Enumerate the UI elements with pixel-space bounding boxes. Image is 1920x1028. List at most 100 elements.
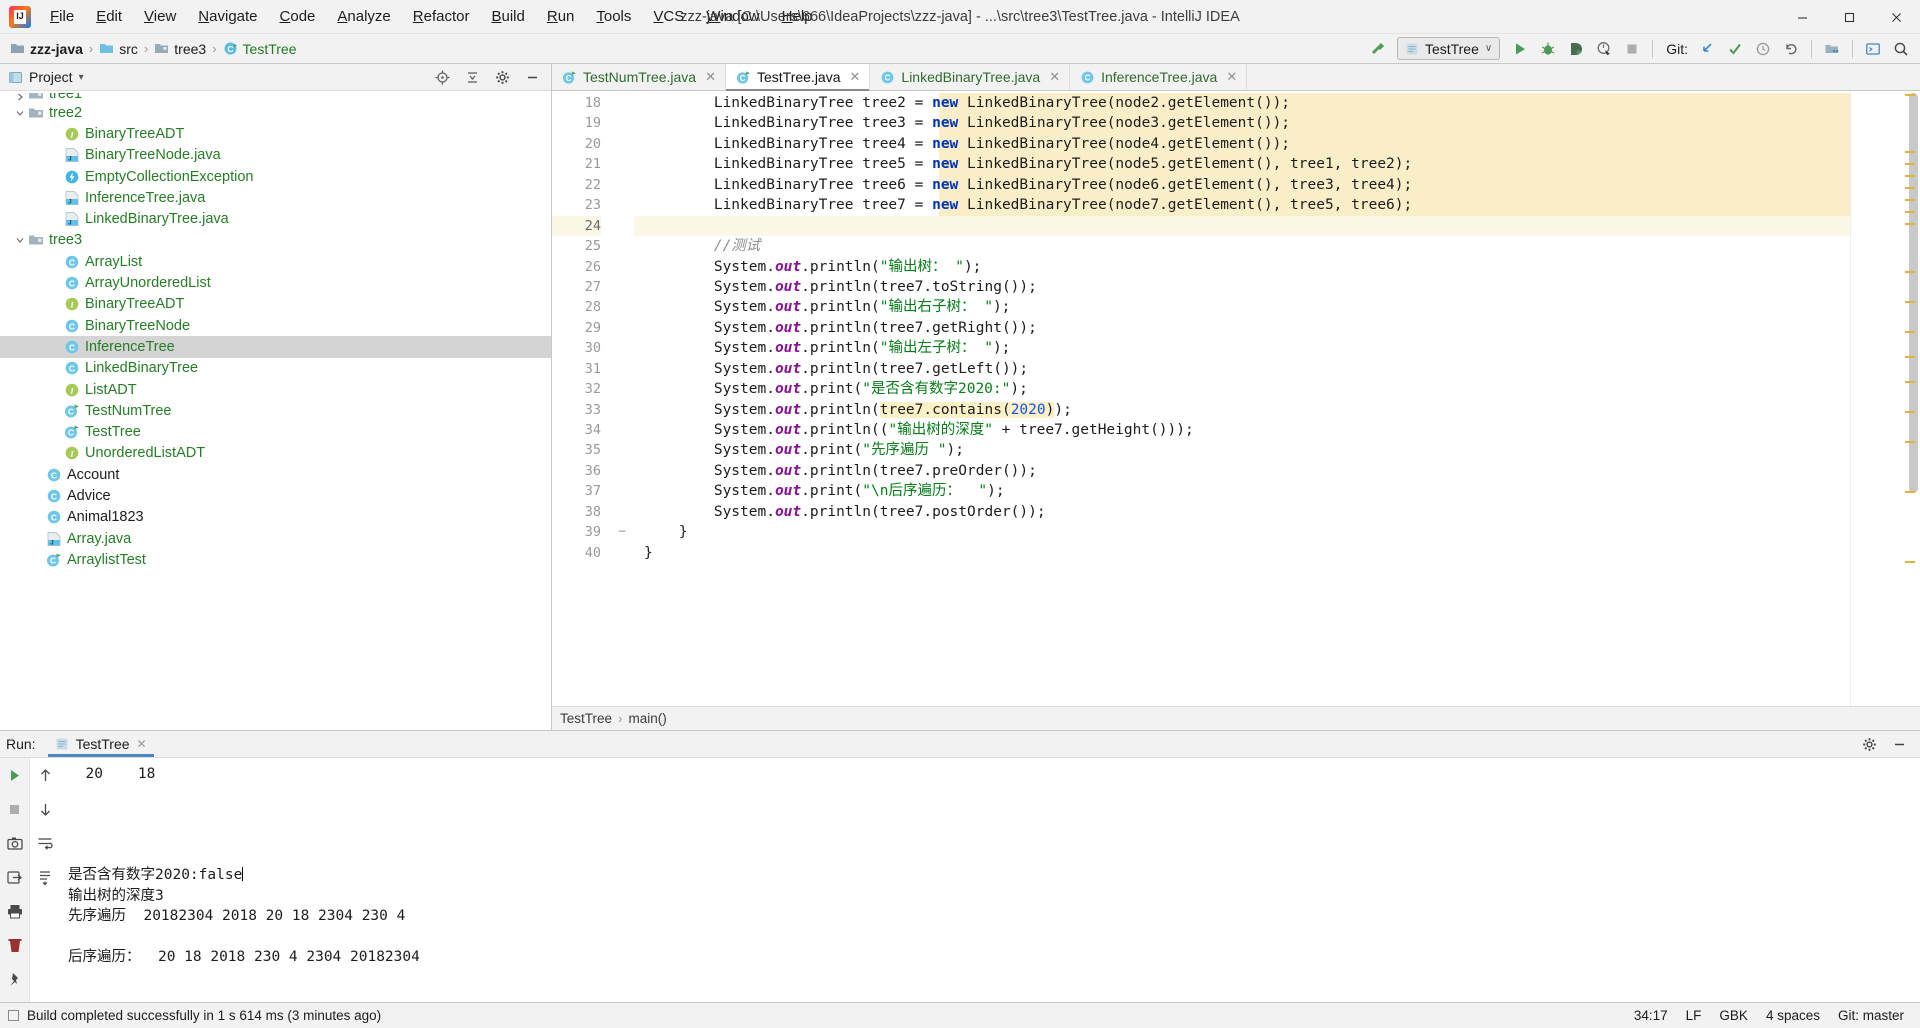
print-button[interactable]	[2, 899, 28, 923]
tree-item-binarytreenode-java[interactable]: J BinaryTreeNode.java	[0, 145, 551, 166]
menu-item-vcs[interactable]: VCS	[642, 0, 695, 33]
menu-item-code[interactable]: Code	[269, 0, 327, 33]
up-arrow-button[interactable]	[32, 763, 58, 787]
tree-item-unorderedlistadt[interactable]: I UnorderedListADT	[0, 443, 551, 464]
debug-button[interactable]	[1535, 37, 1561, 61]
project-structure-icon[interactable]	[1819, 37, 1845, 61]
build-hammer-icon[interactable]	[1364, 37, 1390, 61]
breadcrumb-item-tree3[interactable]: tree3	[152, 41, 208, 57]
profiler-button[interactable]	[1591, 37, 1617, 61]
menu-item-refactor[interactable]: Refactor	[402, 0, 481, 33]
tree-item-binarytreenode[interactable]: C BinaryTreeNode	[0, 315, 551, 336]
hide-panel-icon[interactable]	[519, 65, 545, 89]
run-tab-close-icon[interactable]: ✕	[137, 737, 147, 751]
menu-item-file[interactable]: File	[39, 0, 85, 33]
editor-breadcrumb-item[interactable]: main()	[629, 711, 667, 726]
editor-tab-inferencetree-java[interactable]: C InferenceTree.java ✕	[1070, 64, 1248, 90]
breadcrumb-item-src[interactable]: src	[97, 41, 140, 57]
menu-item-run[interactable]: Run	[536, 0, 586, 33]
tree-item-tree2[interactable]: tree2	[0, 102, 551, 123]
tree-item-testnumtree[interactable]: C TestNumTree	[0, 400, 551, 421]
menu-item-edit[interactable]: Edit	[85, 0, 133, 33]
caret-position[interactable]: 34:17	[1634, 1008, 1668, 1023]
tree-item-tree3[interactable]: tree3	[0, 230, 551, 251]
git-commit-icon[interactable]	[1722, 37, 1748, 61]
breadcrumb-item-zzz-java[interactable]: zzz-java	[8, 41, 85, 57]
menu-item-build[interactable]: Build	[480, 0, 535, 33]
indent-setting[interactable]: 4 spaces	[1766, 1008, 1820, 1023]
export-button[interactable]	[2, 865, 28, 889]
stop-process-button[interactable]	[2, 797, 28, 821]
collapse-all-icon[interactable]	[459, 65, 485, 89]
tree-item-inferencetree[interactable]: C InferenceTree	[0, 336, 551, 358]
tree-item-animal1823[interactable]: C Animal1823	[0, 507, 551, 528]
code-fold-marker[interactable]: ─	[610, 522, 634, 542]
git-branch[interactable]: Git: master	[1838, 1008, 1904, 1023]
tree-item-arraylist[interactable]: C ArrayList	[0, 251, 551, 272]
tab-close-icon[interactable]: ✕	[1049, 69, 1060, 85]
menu-item-view[interactable]: View	[133, 0, 187, 33]
tree-item-account[interactable]: C Account	[0, 464, 551, 485]
menu-item-navigate[interactable]: Navigate	[187, 0, 268, 33]
git-update-icon[interactable]	[1694, 37, 1720, 61]
editor-tab-testtree-java[interactable]: C TestTree.java ✕	[725, 64, 871, 91]
code-text-area[interactable]: LinkedBinaryTree tree2 = new LinkedBinar…	[634, 91, 1850, 706]
project-tree[interactable]: tree1 tree2 I BinaryTreeADT J BinaryTreeNode.…	[0, 91, 551, 730]
run-settings-gear-icon[interactable]	[1856, 732, 1882, 756]
tree-item-listadt[interactable]: I ListADT	[0, 379, 551, 400]
menu-item-analyze[interactable]: Analyze	[326, 0, 401, 33]
menu-item-help[interactable]: Help	[771, 0, 824, 33]
git-history-icon[interactable]	[1750, 37, 1776, 61]
scroll-to-end-button[interactable]	[32, 865, 58, 889]
run-with-coverage-button[interactable]	[1563, 37, 1589, 61]
screenshot-button[interactable]	[2, 831, 28, 855]
run-tab-testtree[interactable]: TestTree ✕	[46, 731, 156, 757]
git-rollback-icon[interactable]	[1778, 37, 1804, 61]
console-output[interactable]: 20 18 是否含有数字2020:false 输出树的深度3 先序遍历 2018230…	[60, 758, 1920, 1002]
down-arrow-button[interactable]	[32, 797, 58, 821]
rerun-button[interactable]	[2, 763, 28, 787]
soft-wrap-button[interactable]	[32, 831, 58, 855]
terminal-icon[interactable]	[1860, 37, 1886, 61]
tree-item-inferencetree-java[interactable]: J InferenceTree.java	[0, 187, 551, 208]
locate-file-icon[interactable]	[429, 65, 455, 89]
run-button[interactable]	[1507, 37, 1533, 61]
tree-item-linkedbinarytree[interactable]: C LinkedBinaryTree	[0, 358, 551, 379]
tree-item-array-java[interactable]: J Array.java	[0, 528, 551, 549]
tab-close-icon[interactable]: ✕	[1226, 69, 1237, 85]
tree-twisty-expanded-icon[interactable]	[12, 235, 28, 245]
hide-run-panel-icon[interactable]	[1886, 732, 1912, 756]
tab-close-icon[interactable]: ✕	[850, 69, 861, 85]
file-encoding[interactable]: GBK	[1719, 1008, 1748, 1023]
tree-item-binarytreeadt[interactable]: I BinaryTreeADT	[0, 294, 551, 315]
line-separator[interactable]: LF	[1686, 1008, 1702, 1023]
close-button[interactable]	[1873, 0, 1920, 34]
menu-item-window[interactable]: Window	[695, 0, 770, 33]
editor-tab-linkedbinarytree-java[interactable]: C LinkedBinaryTree.java ✕	[870, 64, 1071, 90]
run-configuration-selector[interactable]: TestTree ∨	[1396, 37, 1501, 60]
maximize-button[interactable]	[1826, 0, 1873, 34]
settings-gear-icon[interactable]	[489, 65, 515, 89]
tree-item-testtree[interactable]: C TestTree	[0, 421, 551, 442]
tree-item-emptycollectionexception[interactable]: EmptyCollectionException	[0, 166, 551, 187]
tab-close-icon[interactable]: ✕	[705, 69, 716, 85]
fold-gutter[interactable]: ─	[610, 91, 634, 706]
pin-tab-button[interactable]	[2, 967, 28, 991]
tree-twisty-expanded-icon[interactable]	[12, 108, 28, 118]
editor-scrollbar-thumb[interactable]	[1909, 93, 1918, 493]
menu-item-tools[interactable]: Tools	[585, 0, 642, 33]
editor-tab-testnumtree-java[interactable]: C TestNumTree.java ✕	[552, 64, 726, 90]
minimize-button[interactable]	[1779, 0, 1826, 34]
tree-twisty-collapsed-icon[interactable]	[12, 93, 28, 102]
clear-all-button[interactable]	[2, 933, 28, 957]
tree-item-advice[interactable]: C Advice	[0, 485, 551, 506]
breadcrumb-item-testtree[interactable]: C TestTree	[221, 41, 299, 57]
tree-item-arraylisttest[interactable]: C ArraylistTest	[0, 549, 551, 570]
status-toggle-icon[interactable]	[8, 1010, 19, 1021]
editor-marker-bar[interactable]	[1850, 91, 1920, 706]
search-icon[interactable]	[1888, 37, 1914, 61]
project-panel-chevron-icon[interactable]: ▾	[79, 72, 84, 83]
tree-item-tree1[interactable]: tree1	[0, 93, 551, 102]
tree-item-linkedbinarytree-java[interactable]: J LinkedBinaryTree.java	[0, 208, 551, 229]
tree-item-binarytreeadt[interactable]: I BinaryTreeADT	[0, 123, 551, 144]
